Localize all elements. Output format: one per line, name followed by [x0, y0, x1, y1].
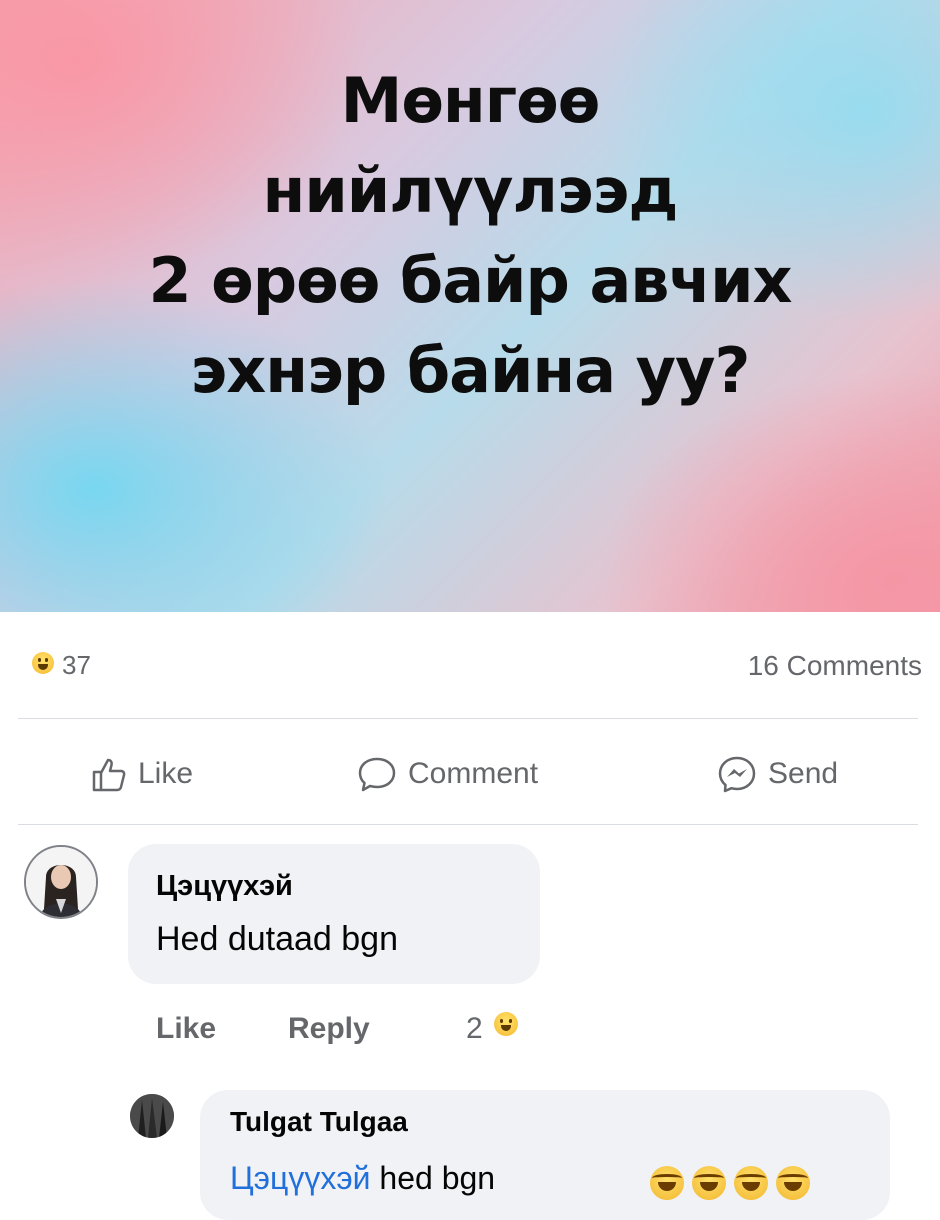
like-button-label: Like	[138, 757, 194, 790]
divider	[18, 824, 918, 825]
messenger-send-icon	[718, 756, 756, 793]
send-button[interactable]: Send	[716, 752, 838, 796]
avatar[interactable]	[24, 845, 98, 919]
comment-button-label: Comment	[408, 757, 539, 790]
laughing-emoji-icon	[776, 1166, 810, 1200]
comment-bubble	[128, 844, 540, 984]
laughing-emoji-icon	[734, 1166, 768, 1200]
comment-like-button[interactable]: Like	[156, 1012, 216, 1046]
laughing-emoji-icon	[650, 1166, 684, 1200]
post-text-line-1: Мөнгөө	[340, 64, 601, 137]
comment-button[interactable]: Comment	[356, 752, 538, 796]
comments-count-link[interactable]: 16 Comments	[748, 650, 922, 682]
comment-text: Hed dutaad bgn	[156, 920, 398, 958]
comment-bubble-icon	[358, 757, 396, 792]
comment-reaction-count[interactable]: 2	[466, 1012, 483, 1046]
profile-photo	[26, 847, 96, 917]
mention-link[interactable]: Цэцүүхэй	[230, 1160, 371, 1196]
reaction-count[interactable]: 37	[62, 650, 91, 681]
profile-photo	[130, 1094, 174, 1138]
like-thumb-icon	[92, 758, 126, 792]
haha-reaction-icon[interactable]	[494, 1012, 518, 1036]
send-button-label: Send	[768, 757, 839, 790]
post-text: Мөнгөө нийлүүлээд 2 өрөө байр авчих эхнэ…	[0, 56, 940, 416]
avatar[interactable]	[130, 1094, 174, 1138]
comment-text: Цэцүүхэй hed bgn	[230, 1160, 495, 1197]
post-text-line-2: нийлүүлээд	[262, 154, 679, 227]
post-banner: Мөнгөө нийлүүлээд 2 өрөө байр авчих эхнэ…	[0, 0, 940, 612]
haha-reaction-icon[interactable]	[32, 652, 54, 674]
divider	[18, 718, 918, 719]
comment-reply-button[interactable]: Reply	[288, 1012, 370, 1046]
like-button[interactable]: Like	[88, 752, 193, 796]
laughing-emoji-icon	[692, 1166, 726, 1200]
post-text-line-3: 2 өрөө байр авчих	[148, 244, 792, 317]
post-text-line-4: эхнэр байна уу?	[190, 334, 751, 407]
comment-text-body: hed bgn	[370, 1160, 496, 1196]
comment-author[interactable]: Tulgat Tulgaa	[230, 1106, 408, 1138]
comment-author[interactable]: Цэцүүхэй	[156, 870, 293, 903]
emoji-group	[650, 1166, 810, 1200]
